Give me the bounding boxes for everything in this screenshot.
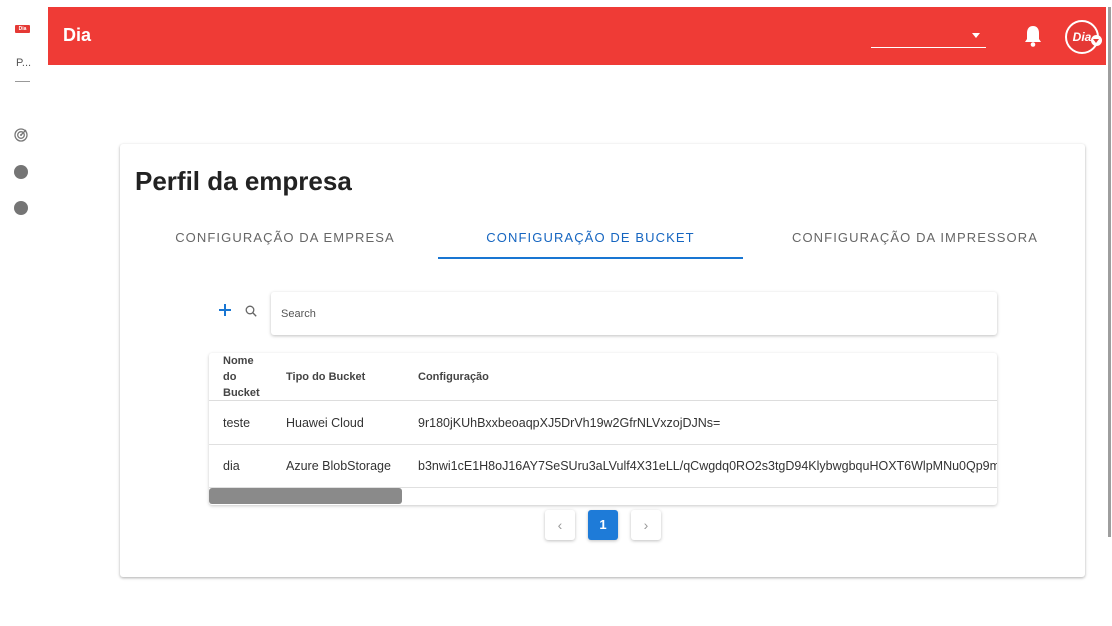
table-row[interactable]: dia Azure BlobStorage b3nwi1cE1H8oJ16AY7… <box>209 445 997 488</box>
add-icon[interactable] <box>218 303 232 317</box>
bucket-table: Nome do Bucket Tipo do Bucket Configuraç… <box>209 353 997 505</box>
sidebar: Dia P... <box>0 0 48 626</box>
table-row[interactable]: teste Huawei Cloud 9r180jKUhBxxbeoaqpXJ5… <box>209 402 997 445</box>
tab-configuracao-impressora[interactable]: CONFIGURAÇÃO DA IMPRESSORA <box>760 222 1070 260</box>
tab-configuracao-bucket[interactable]: CONFIGURAÇÃO DE BUCKET <box>438 222 743 260</box>
cell-config: b3nwi1cE1H8oJ16AY7SeSUru3aLVulf4X31eLL/q… <box>418 459 997 473</box>
tabs: CONFIGURAÇÃO DA EMPRESA CONFIGURAÇÃO DE … <box>120 222 1085 260</box>
column-header-nome[interactable]: Nome do Bucket <box>223 353 260 401</box>
table-header: Nome do Bucket Tipo do Bucket Configuraç… <box>209 353 997 401</box>
column-header-configuracao[interactable]: Configuração <box>418 369 489 385</box>
cell-tipo: Azure BlobStorage <box>286 459 391 473</box>
table-toolbar <box>215 292 997 335</box>
column-header-tipo[interactable]: Tipo do Bucket <box>286 369 365 385</box>
sidebar-item-circle-icon[interactable] <box>14 165 28 179</box>
search-container <box>271 292 997 335</box>
cell-nome: teste <box>223 416 251 430</box>
radar-icon[interactable] <box>14 128 28 142</box>
page-scrollbar[interactable] <box>1106 0 1112 540</box>
column-header-line: do <box>223 371 237 383</box>
search-input[interactable] <box>281 304 981 324</box>
cell-nome: dia <box>223 459 240 473</box>
company-profile-card: Perfil da empresa CONFIGURAÇÃO DA EMPRES… <box>120 144 1085 577</box>
column-header-line: Nome <box>223 355 254 367</box>
header-select[interactable] <box>871 21 986 48</box>
page-title: Perfil da empresa <box>135 166 352 196</box>
app-title: Dia <box>63 25 92 45</box>
chevron-down-icon <box>972 33 980 38</box>
page-button-current[interactable]: 1 <box>588 510 618 540</box>
notification-bell-icon[interactable] <box>1022 24 1044 48</box>
cell-tipo: Huawei Cloud <box>286 416 364 430</box>
column-header-line: Bucket <box>223 387 260 399</box>
sidebar-profile-label[interactable]: P... <box>16 57 31 69</box>
sidebar-item-circle-icon[interactable] <box>14 201 28 215</box>
sidebar-divider <box>15 81 30 82</box>
avatar-dropdown-icon[interactable] <box>1091 35 1102 46</box>
app-header: Dia Dia <box>48 7 1106 65</box>
active-tab-indicator <box>438 257 743 259</box>
logo[interactable]: Dia <box>15 25 30 33</box>
cell-config: 9r180jKUhBxxbeoaqpXJ5DrVh19w2GfrNLVxzojD… <box>418 416 721 430</box>
prev-page-button[interactable]: ‹ <box>545 510 575 540</box>
horizontal-scrollbar[interactable] <box>209 488 402 504</box>
next-page-button[interactable]: › <box>631 510 661 540</box>
search-icon[interactable] <box>245 305 257 317</box>
tab-configuracao-empresa[interactable]: CONFIGURAÇÃO DA EMPRESA <box>135 222 435 260</box>
